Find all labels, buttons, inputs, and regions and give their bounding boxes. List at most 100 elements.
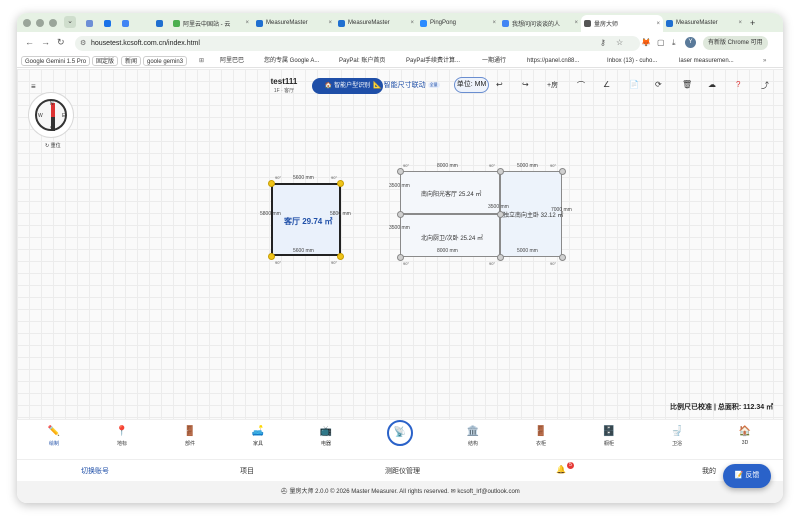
tab-close-icon[interactable]: × <box>242 20 249 26</box>
corner-handle[interactable] <box>268 253 275 260</box>
tab-close-icon[interactable]: × <box>407 20 414 26</box>
pinned-tab[interactable] <box>119 15 133 31</box>
reload-icon[interactable]: ↻ <box>57 37 65 48</box>
trash-icon[interactable]: 🗑 <box>682 80 692 89</box>
tool-cabinet[interactable]: 🗄️ 橱柜 <box>589 426 629 447</box>
bookmark-item[interactable]: Google Gemini 1.5 Pro <box>21 56 91 66</box>
redo-icon[interactable]: ↪ <box>522 80 529 89</box>
tab-search-icon[interactable]: ⌄ <box>64 16 76 28</box>
bookmark-item[interactable]: PayPal: 账户首页 <box>339 56 385 66</box>
pinned-tab[interactable] <box>153 15 167 31</box>
nav-mine[interactable]: 我的 <box>702 466 716 476</box>
corner-handle[interactable] <box>559 168 566 175</box>
browser-tab[interactable]: MeasureMaster × <box>663 15 745 31</box>
compass-reset-button[interactable]: ↻ 重位 <box>45 142 61 149</box>
corner-handle[interactable] <box>397 211 404 218</box>
apps-grid-icon[interactable]: ⊞ <box>199 56 204 66</box>
bookmark-item[interactable]: https://panel.cn88... <box>527 56 579 66</box>
new-version-button[interactable]: 有新版 Chrome 可用 <box>703 36 768 50</box>
tool-appliance[interactable]: 📺 电器 <box>306 426 346 447</box>
share-icon[interactable]: ⤴ <box>761 80 769 91</box>
add-room-button[interactable]: +房 <box>547 80 558 90</box>
bookmark-item[interactable]: laser measuremen... <box>679 56 734 66</box>
browser-tab[interactable]: MeasureMaster × <box>253 15 335 31</box>
browser-tab[interactable]: 阿里云中国站 - 云 × <box>170 15 252 31</box>
help-icon[interactable]: ? <box>736 80 740 89</box>
tool-landmark[interactable]: 📍 地标 <box>102 426 142 447</box>
address-bar[interactable]: ⚙ housetest.kcsoft.com.cn/index.html <box>75 36 640 51</box>
tab-close-icon[interactable]: × <box>489 20 496 26</box>
browser-tab-active[interactable]: 量房大师 × <box>581 15 663 32</box>
tool-draw[interactable]: ✏️ 绘制 <box>34 426 74 447</box>
footer-email[interactable]: kcsoft_lrf@outlook.com <box>457 489 519 495</box>
bookmark-item[interactable]: goole gemin3 <box>143 56 188 66</box>
arc-icon[interactable]: ⌒ <box>577 80 585 91</box>
angle-label: 90° <box>403 261 410 266</box>
menu-icon[interactable]: ≡ <box>31 82 36 91</box>
bookmark-item[interactable]: 固定版 <box>92 56 119 66</box>
corner-handle[interactable] <box>497 168 504 175</box>
undo-icon[interactable]: ↩ <box>496 80 503 89</box>
nav-switch-account[interactable]: 切换账号 <box>81 466 109 476</box>
back-arrow-icon[interactable]: ← <box>25 37 34 47</box>
room-north-kitchen-label: 北向厨卫/次卧 25.24 ㎡ <box>421 236 484 242</box>
more-bookmarks-icon[interactable]: » <box>763 56 766 66</box>
floorplan-canvas[interactable]: ≡ N S E W ↻ 重位 test111 1F · 客厅 🏠 智能户型识别 … <box>17 69 783 419</box>
tool-wardrobe[interactable]: 🚪 衣柜 <box>521 426 561 447</box>
smart-dims-button[interactable]: 📐 智能尺寸联动 全量 <box>373 80 440 90</box>
browser-tab[interactable]: PingPong × <box>417 15 499 31</box>
downloads-icon[interactable]: ⤓ <box>672 38 676 48</box>
angle-icon[interactable]: ∠ <box>603 80 610 89</box>
corner-handle[interactable] <box>268 180 275 187</box>
pinned-tab[interactable] <box>83 15 97 31</box>
close-window-button[interactable] <box>23 19 31 27</box>
tool-3d[interactable]: 🏠 3D <box>725 426 765 446</box>
tab-close-icon[interactable]: × <box>325 20 332 26</box>
tab-close-icon[interactable]: × <box>735 20 742 26</box>
bell-icon[interactable]: 🔔 <box>556 465 566 474</box>
corner-handle[interactable] <box>497 211 504 218</box>
tool-bathroom[interactable]: 🚽 卫浴 <box>657 426 697 447</box>
key-icon[interactable]: ⚷ <box>600 38 606 47</box>
browser-tab[interactable]: 我想问问谈谈的人 × <box>499 15 581 31</box>
profile-avatar[interactable]: Y <box>685 37 696 48</box>
site-info-icon[interactable]: ⚙ <box>80 36 86 51</box>
pinned-tab[interactable] <box>101 15 115 31</box>
feedback-button[interactable]: 📝 反馈 <box>723 464 771 488</box>
cloud-icon[interactable]: ☁ <box>708 80 716 89</box>
sidepanel-icon[interactable]: ▢ <box>657 38 665 47</box>
laser-measure-button[interactable]: 📡 <box>387 420 413 446</box>
tool-parts[interactable]: 🚪 部件 <box>170 426 210 447</box>
sync-icon[interactable]: ⟳ <box>655 80 662 89</box>
bookmark-star-icon[interactable]: ☆ <box>616 38 623 47</box>
new-tab-button[interactable]: + <box>747 15 759 31</box>
nav-projects[interactable]: 项目 <box>240 466 254 476</box>
corner-handle[interactable] <box>497 254 504 261</box>
corner-handle[interactable] <box>559 254 566 261</box>
corner-handle[interactable] <box>337 180 344 187</box>
nav-device-manage[interactable]: 测距仪管理 <box>385 466 420 476</box>
extension-icon[interactable]: 🦊 <box>641 38 651 47</box>
bookmark-item[interactable]: 您的专属 Google A... <box>264 56 319 66</box>
corner-handle[interactable] <box>397 168 404 175</box>
tool-furniture[interactable]: 🛋️ 家具 <box>238 426 278 447</box>
minimize-window-button[interactable] <box>36 19 44 27</box>
forward-arrow-icon[interactable]: → <box>41 37 50 47</box>
door-icon: 🚪 <box>183 426 197 437</box>
corner-handle[interactable] <box>397 254 404 261</box>
document-icon[interactable]: 📄 <box>629 80 639 89</box>
bookmark-item[interactable]: 一期通行 <box>482 56 506 66</box>
bookmark-item[interactable]: 阿里巴巴 <box>220 56 244 66</box>
tab-close-icon[interactable]: × <box>653 21 660 27</box>
room-master-left-dim: 3500 mm <box>488 204 509 210</box>
tab-close-icon[interactable]: × <box>571 20 578 26</box>
bookmark-item[interactable]: Inbox (13) - cuho... <box>607 56 657 66</box>
zoom-window-button[interactable] <box>49 19 57 27</box>
browser-tab[interactable]: MeasureMaster × <box>335 15 417 31</box>
unit-toggle-button[interactable]: 单位: MM <box>454 77 489 93</box>
corner-handle[interactable] <box>337 253 344 260</box>
bookmark-item[interactable]: PayPal手续费计算... <box>406 56 460 66</box>
bookmark-item[interactable]: 新闻 <box>121 56 142 66</box>
compass-widget[interactable]: N S E W <box>28 92 74 138</box>
tool-structure[interactable]: 🏛️ 结构 <box>453 426 493 447</box>
